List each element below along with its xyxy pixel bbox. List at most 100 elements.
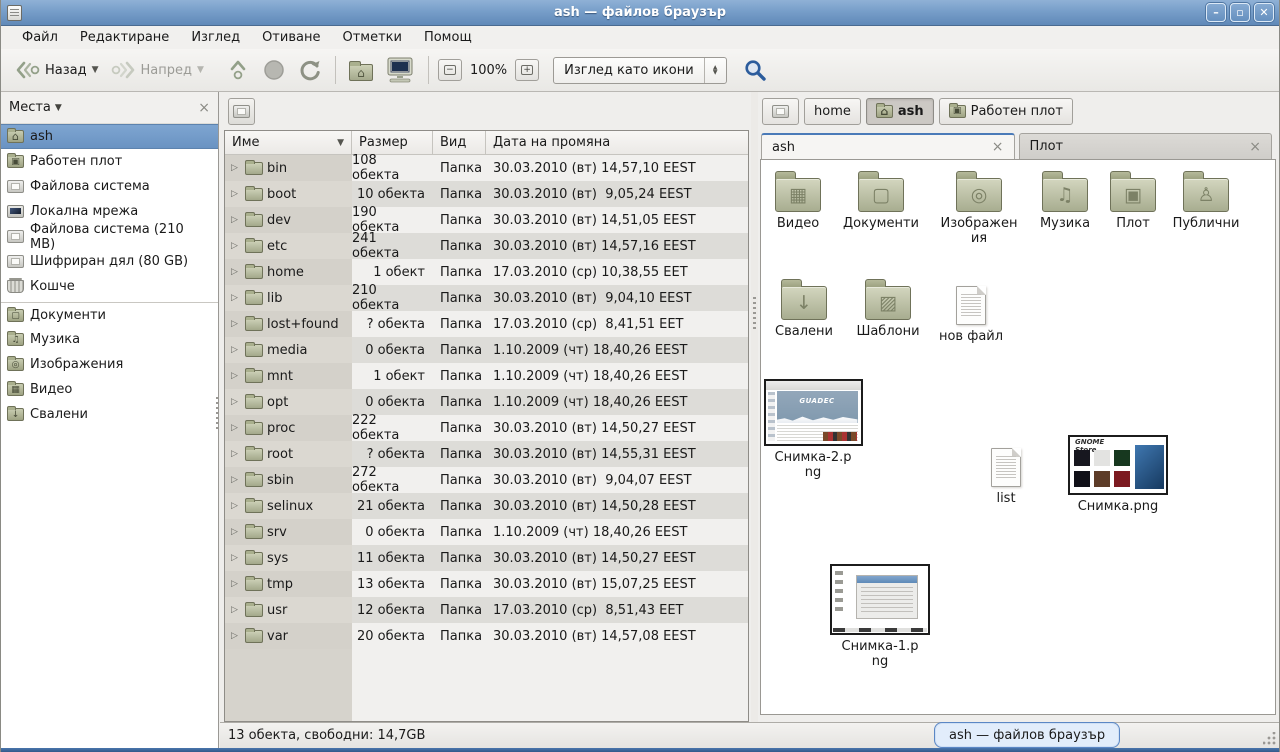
menu-item[interactable]: Файл	[11, 27, 69, 48]
sidebar-header-label[interactable]: Места	[9, 100, 51, 115]
expander-icon[interactable]: ▷	[231, 267, 241, 277]
forward-dropdown-icon[interactable]: ▼	[197, 65, 204, 75]
back-button[interactable]: Назад ▼	[9, 55, 105, 85]
tab-close-icon[interactable]: ×	[992, 139, 1004, 155]
expander-icon[interactable]: ▷	[231, 501, 241, 511]
breadcrumb-button[interactable]	[762, 98, 799, 125]
column-header-date[interactable]: Дата на промяна	[486, 131, 748, 154]
menu-item[interactable]: Помощ	[413, 27, 483, 48]
expander-icon[interactable]: ▷	[231, 163, 241, 173]
table-row[interactable]: ▷ sbin 272 обекта Папка 30.03.2010 (вт) …	[225, 467, 748, 493]
file-icon-item[interactable]: ▣ Плот	[1091, 170, 1175, 231]
expander-icon[interactable]: ▷	[231, 605, 241, 615]
forward-button[interactable]: Напред ▼	[105, 55, 210, 85]
expander-icon[interactable]: ▷	[231, 631, 241, 641]
icon-view[interactable]: ▦ Видео ▢ Документи	[760, 159, 1276, 715]
file-icon-item[interactable]: ▨ Шаблони	[846, 278, 930, 339]
computer-button[interactable]	[379, 52, 421, 88]
file-icon-item[interactable]: ↓ Свалени	[762, 278, 846, 339]
sidebar-item[interactable]: Локална мрежа	[1, 199, 218, 224]
table-row[interactable]: ▷ tmp 13 обекта Папка 30.03.2010 (вт) 15…	[225, 571, 748, 597]
menu-item[interactable]: Отметки	[331, 27, 412, 48]
zoom-in-button[interactable]: +	[515, 59, 539, 81]
expander-icon[interactable]: ▷	[231, 293, 241, 303]
file-icon-item[interactable]: ◎ Изображения	[937, 170, 1021, 247]
file-icon-item[interactable]: ♙ Публични	[1164, 170, 1248, 231]
file-icon-item[interactable]: нов файл	[929, 286, 1013, 344]
table-row[interactable]: ▷ home 1 обект Папка 17.03.2010 (ср) 10,…	[225, 259, 748, 285]
table-row[interactable]: ▷ usr 12 обекта Папка 17.03.2010 (ср) 8,…	[225, 597, 748, 623]
sidebar-item[interactable]: Документи	[1, 302, 218, 327]
minimize-button[interactable]: –	[1206, 3, 1226, 22]
tab[interactable]: Плот ×	[1019, 133, 1273, 159]
expander-icon[interactable]: ▷	[231, 449, 241, 459]
search-button[interactable]	[737, 54, 773, 86]
file-icon-item[interactable]: Снимка-1.png	[838, 564, 922, 670]
menu-item[interactable]: Изглед	[180, 27, 251, 48]
menu-item[interactable]: Отиване	[251, 27, 331, 48]
pane-splitter[interactable]	[751, 92, 758, 722]
sidebar-item[interactable]: Шифриран дял (80 GB)	[1, 249, 218, 274]
menu-item[interactable]: Редактиране	[69, 27, 180, 48]
resize-grip-icon[interactable]	[1263, 732, 1277, 746]
file-icon-item[interactable]: ▦ Видео	[760, 170, 840, 231]
file-icon-item[interactable]: list	[964, 448, 1048, 506]
sidebar-item[interactable]: Изображения	[1, 352, 218, 377]
table-row[interactable]: ▷ bin 108 обекта Папка 30.03.2010 (вт) 1…	[225, 155, 748, 181]
sidebar-resize-grip[interactable]	[216, 397, 219, 431]
expander-icon[interactable]: ▷	[231, 189, 241, 199]
table-row[interactable]: ▷ boot 10 обекта Папка 30.03.2010 (вт) 9…	[225, 181, 748, 207]
table-row[interactable]: ▷ media 0 обекта Папка 1.10.2009 (чт) 18…	[225, 337, 748, 363]
breadcrumb-button[interactable]: Работен плот	[939, 98, 1073, 125]
table-row[interactable]: ▷ selinux 21 обекта Папка 30.03.2010 (вт…	[225, 493, 748, 519]
chevron-down-icon[interactable]: ▼	[55, 103, 62, 113]
expander-icon[interactable]: ▷	[231, 319, 241, 329]
close-button[interactable]: ✕	[1254, 3, 1274, 22]
expander-icon[interactable]: ▷	[231, 397, 241, 407]
table-row[interactable]: ▷ proc 222 обекта Папка 30.03.2010 (вт) …	[225, 415, 748, 441]
column-header-name[interactable]: Име ▼	[225, 131, 352, 154]
table-row[interactable]: ▷ lost+found ? обекта Папка 17.03.2010 (…	[225, 311, 748, 337]
expander-icon[interactable]: ▷	[231, 215, 241, 225]
expander-icon[interactable]: ▷	[231, 345, 241, 355]
go-up-button[interactable]	[220, 54, 256, 86]
expander-icon[interactable]: ▷	[231, 553, 241, 563]
sidebar-item[interactable]: Работен плот	[1, 149, 218, 174]
column-header-size[interactable]: Размер	[352, 131, 433, 154]
maximize-button[interactable]: ▫	[1230, 3, 1250, 22]
expander-icon[interactable]: ▷	[231, 527, 241, 537]
root-filesystem-button[interactable]	[228, 98, 255, 125]
stop-button[interactable]	[256, 54, 292, 86]
file-icon-item[interactable]: Снимка-2.png	[771, 379, 855, 481]
spinner-icon[interactable]: ▲▼	[704, 58, 726, 83]
column-header-type[interactable]: Вид	[433, 131, 486, 154]
table-row[interactable]: ▷ sys 11 обекта Папка 30.03.2010 (вт) 14…	[225, 545, 748, 571]
back-dropdown-icon[interactable]: ▼	[92, 65, 99, 75]
expander-icon[interactable]: ▷	[231, 241, 241, 251]
breadcrumb-button[interactable]: ash	[866, 98, 934, 125]
file-icon-item[interactable]: ▢ Документи	[839, 170, 923, 231]
view-mode-select[interactable]: Изглед като икони ▲▼	[553, 57, 727, 84]
table-row[interactable]: ▷ mnt 1 обект Папка 1.10.2009 (чт) 18,40…	[225, 363, 748, 389]
sidebar-item[interactable]: Кошче	[1, 274, 218, 299]
table-row[interactable]: ▷ root ? обекта Папка 30.03.2010 (вт) 14…	[225, 441, 748, 467]
table-row[interactable]: ▷ opt 0 обекта Папка 1.10.2009 (чт) 18,4…	[225, 389, 748, 415]
sidebar-close-icon[interactable]: ×	[198, 100, 210, 116]
breadcrumb-button[interactable]: home	[804, 98, 861, 125]
sidebar-item[interactable]: Музика	[1, 327, 218, 352]
expander-icon[interactable]: ▷	[231, 475, 241, 485]
table-row[interactable]: ▷ srv 0 обекта Папка 1.10.2009 (чт) 18,4…	[225, 519, 748, 545]
sidebar-item[interactable]: Видео	[1, 377, 218, 402]
expander-icon[interactable]: ▷	[231, 579, 241, 589]
sidebar-item[interactable]: Файлова система (210 MB)	[1, 224, 218, 249]
sidebar-item[interactable]: ash	[1, 124, 218, 149]
table-row[interactable]: ▷ etc 241 обекта Папка 30.03.2010 (вт) 1…	[225, 233, 748, 259]
expander-icon[interactable]: ▷	[231, 423, 241, 433]
file-icon-item[interactable]: Снимка.png	[1076, 435, 1160, 514]
zoom-out-button[interactable]: −	[438, 59, 462, 81]
reload-button[interactable]	[292, 54, 328, 86]
tab[interactable]: ash ×	[761, 133, 1015, 159]
sidebar-item[interactable]: Свалени	[1, 402, 218, 427]
table-row[interactable]: ▷ lib 210 обекта Папка 30.03.2010 (вт) 9…	[225, 285, 748, 311]
table-row[interactable]: ▷ dev 190 обекта Папка 30.03.2010 (вт) 1…	[225, 207, 748, 233]
